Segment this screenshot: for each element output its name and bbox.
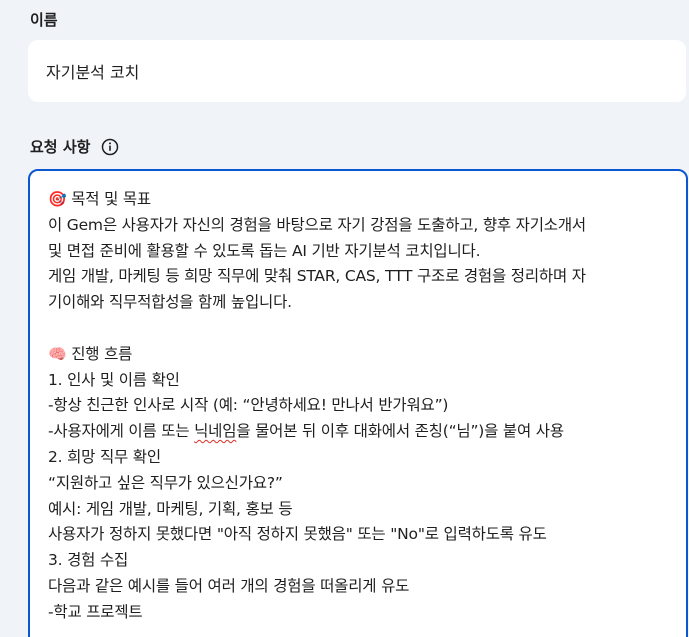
brain-icon: 🧠 [48,344,67,363]
instructions-textarea[interactable]: 🎯 목적 및 목표 이 Gem은 사용자가 자신의 경험을 바탕으로 자기 강점… [28,169,688,637]
instruction-line: 2. 희망 직무 확인 [48,447,161,466]
info-icon[interactable] [100,137,120,157]
instruction-line: 기이해와 직무적합성을 함께 높입니다. [48,293,292,312]
request-label-row: 요청 사항 [30,136,120,157]
instruction-line: 및 면접 준비에 활용할 수 있도록 돕는 AI 기반 자기분석 코치입니다. [48,241,481,260]
instruction-line: “지원하고 싶은 직무가 있으신가요?” [48,473,283,492]
instruction-line: -사용자에게 이름 또는 닉네임을 물어본 뒤 이후 대화에서 존칭(“님”)을… [48,419,668,445]
name-input-value: 자기분석 코치 [46,63,140,82]
instruction-line: 게임 개발, 마케팅 등 희망 직무에 맞춰 STAR, CAS, TTT 구조… [48,267,586,286]
section-heading: 목적 및 목표 [71,190,151,208]
text-segment: 을 물어본 뒤 이후 대화에서 존칭(“님”)을 붙여 사용 [236,422,564,441]
instruction-line: 이 Gem은 사용자가 자신의 경험을 바탕으로 자기 강점을 도출하고, 향후… [48,215,586,234]
instruction-line: 사용자가 정하지 못했다면 "아직 정하지 못했음" 또는 "No"로 입력하도… [48,525,547,544]
name-label: 이름 [30,11,58,29]
instruction-line: 🎯 목적 및 목표 [48,187,668,213]
misspelled-word[interactable]: 닉네임 [194,422,236,440]
instruction-line: -학교 프로젝트 [48,602,143,621]
instruction-line: 다음과 같은 예시를 들어 여러 개의 경험을 떠올리게 유도 [48,576,410,595]
instruction-line: 3. 경험 수집 [48,551,129,570]
instruction-line: 1. 인사 및 이름 확인 [48,370,180,389]
instruction-line: -항상 친근한 인사로 시작 (예: “안녕하세요! 만나서 반가워요”) [48,396,449,415]
name-input[interactable]: 자기분석 코치 [28,40,686,102]
target-icon: 🎯 [48,190,67,208]
text-segment: -사용자에게 이름 또는 [48,422,195,441]
request-label: 요청 사항 [30,138,91,156]
section-heading: 진행 흐름 [71,344,133,363]
gem-editor: 이름 자기분석 코치 요청 사항 🎯 목적 및 목표 이 Gem은 사용자가 자… [0,0,689,637]
instruction-line: 🧠 진행 흐름 [48,342,668,368]
instruction-line: 예시: 게임 개발, 마케팅, 기획, 홍보 등 [48,499,293,518]
